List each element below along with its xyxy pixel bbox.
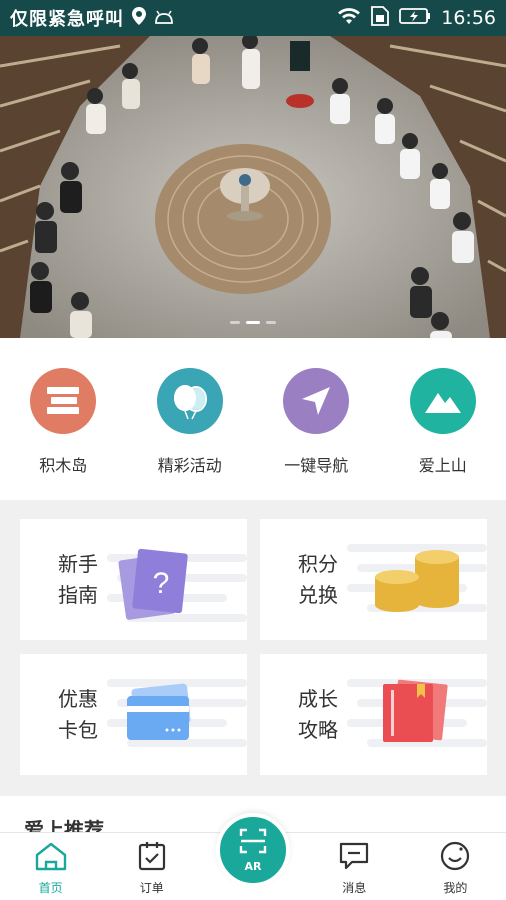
sim-icon [371, 6, 390, 30]
card-title-line: 卡包 [58, 718, 98, 742]
bottom-tab-bar: 首页 订单 AR 消息 我的 [0, 813, 506, 900]
status-bar: 仅限紧急呼叫 16:56 [0, 0, 506, 36]
quick-label: 精彩活动 [157, 456, 222, 475]
battery-icon [399, 8, 431, 28]
carousel-dot[interactable] [266, 321, 276, 324]
tab-label: 消息 [342, 881, 367, 895]
card-title: 优惠 卡包 [58, 684, 98, 746]
card-beginner-guide[interactable]: 新手 指南 ? [20, 519, 247, 640]
profile-icon [439, 841, 471, 875]
clock: 16:56 [441, 7, 496, 29]
card-title-line: 攻略 [298, 718, 338, 742]
card-title: 积分 兑换 [298, 549, 338, 611]
card-title-line: 指南 [58, 583, 98, 607]
wifi-icon [337, 7, 361, 29]
card-growth-strategy[interactable]: 成长 攻略 [260, 654, 487, 775]
navigation-arrow-icon [283, 368, 350, 434]
ar-scan-button[interactable]: AR [216, 813, 290, 887]
blocks-icon [30, 368, 97, 434]
tab-home[interactable]: 首页 [0, 833, 101, 900]
tab-profile[interactable]: 我的 [405, 833, 506, 900]
tab-ar-slot: AR [202, 813, 303, 900]
card-title-line: 优惠 [58, 687, 98, 711]
banner-image [0, 36, 506, 338]
feature-cards: 新手 指南 ? 积分 兑换 优惠 卡包 成长 攻略 [0, 500, 506, 796]
android-icon [154, 9, 174, 28]
ar-label: AR [244, 859, 262, 873]
guide-question-icon: ? [107, 548, 247, 622]
quick-item-love-mountain[interactable]: 爱上山 [380, 338, 506, 500]
card-title: 新手 指南 [58, 549, 98, 611]
quick-nav: 积木岛 精彩活动 一键导航 爱上山 [0, 338, 506, 500]
banner-carousel[interactable] [0, 36, 506, 338]
location-icon [132, 7, 146, 29]
order-icon [137, 841, 167, 875]
tab-messages[interactable]: 消息 [304, 833, 405, 900]
quick-label: 积木岛 [39, 456, 88, 475]
coins-icon [347, 544, 487, 612]
card-points-exchange[interactable]: 积分 兑换 [260, 519, 487, 640]
book-icon [347, 679, 487, 747]
carousel-dot[interactable] [230, 321, 240, 324]
tab-label: 订单 [139, 881, 164, 895]
balloons-icon [156, 368, 223, 434]
quick-label: 一键导航 [284, 456, 349, 475]
tab-orders[interactable]: 订单 [101, 833, 202, 900]
carousel-dot-active[interactable] [246, 321, 260, 324]
quick-item-activities[interactable]: 精彩活动 [127, 338, 254, 500]
quick-label: 爱上山 [418, 456, 467, 475]
ar-scan-icon [239, 828, 267, 858]
quick-item-navigation[interactable]: 一键导航 [253, 338, 380, 500]
card-icon [107, 679, 247, 747]
tab-label: 我的 [443, 881, 468, 895]
card-title-line: 成长 [298, 687, 338, 711]
carrier-text: 仅限紧急呼叫 [10, 9, 124, 30]
carousel-indicator [0, 321, 506, 324]
tab-label: 首页 [38, 881, 63, 895]
message-icon [338, 841, 370, 875]
card-coupon-wallet[interactable]: 优惠 卡包 [20, 654, 247, 775]
svg-text:?: ? [153, 567, 170, 600]
quick-item-blocks-island[interactable]: 积木岛 [0, 338, 127, 500]
card-title-line: 兑换 [298, 583, 338, 607]
mountain-icon [409, 368, 476, 434]
home-icon [34, 841, 68, 875]
card-title-line: 新手 [58, 552, 98, 576]
card-title-line: 积分 [298, 552, 338, 576]
card-title: 成长 攻略 [298, 684, 338, 746]
